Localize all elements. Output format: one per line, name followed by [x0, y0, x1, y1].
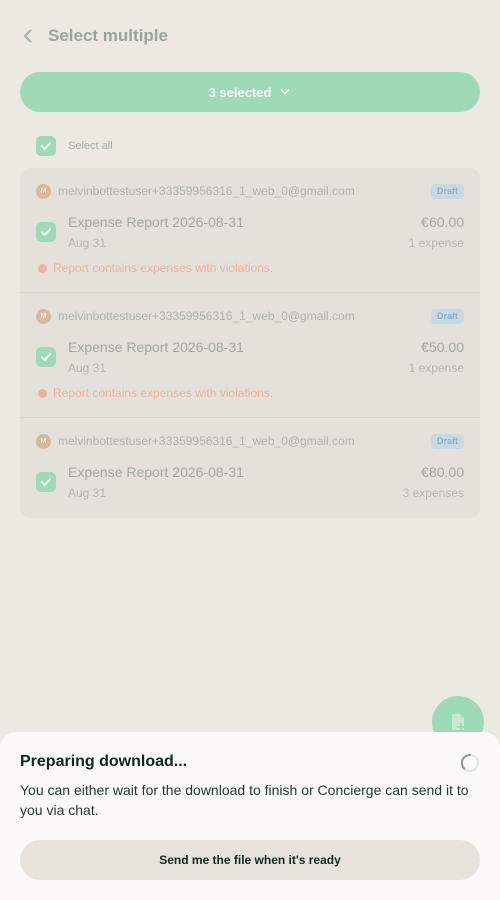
avatar: M	[36, 184, 51, 199]
check-icon	[41, 478, 51, 486]
report-date: Aug 31	[68, 361, 107, 375]
report-row[interactable]: M melvinbottestuser+33359956316_1_web_0@…	[20, 292, 480, 417]
send-file-label: Send me the file when it's ready	[159, 853, 341, 867]
page-title: Select multiple	[48, 26, 168, 45]
sheet-title: Preparing download...	[20, 753, 188, 770]
selected-count-label: 3 selected	[208, 84, 272, 100]
back-button[interactable]	[18, 26, 38, 46]
violation-dot-icon	[38, 263, 47, 273]
report-list: M melvinbottestuser+33359956316_1_web_0@…	[20, 168, 480, 518]
violation-text: Report contains expenses with violations…	[53, 261, 274, 275]
submitter-email: melvinbottestuser+33359956316_1_web_0@gm…	[58, 434, 355, 448]
select-all-label: Select all	[68, 140, 113, 152]
report-title: Expense Report 2026-08-31	[68, 464, 244, 480]
violation-text: Report contains expenses with violations…	[53, 386, 274, 400]
violation-dot-icon	[38, 388, 47, 398]
check-icon	[41, 142, 51, 150]
avatar: M	[36, 309, 51, 324]
selected-count-button[interactable]: 3 selected	[20, 72, 480, 112]
expense-count: 3 expenses	[402, 486, 464, 500]
report-row[interactable]: M melvinbottestuser+33359956316_1_web_0@…	[20, 417, 480, 518]
report-checkbox[interactable]	[36, 222, 56, 242]
report-date: Aug 31	[68, 486, 107, 500]
header: Select multiple	[0, 0, 500, 72]
expense-count: 1 expense	[408, 236, 464, 250]
report-checkbox[interactable]	[36, 347, 56, 367]
download-sheet: Preparing download... You can either wai…	[0, 732, 500, 900]
sheet-description: You can either wait for the download to …	[20, 782, 469, 818]
status-badge: Draft	[430, 184, 464, 199]
report-amount: €80.00	[421, 464, 464, 480]
report-amount: €50.00	[421, 339, 464, 355]
screen: Select multiple 3 selected Select all M …	[0, 0, 500, 900]
select-all-checkbox[interactable]	[36, 136, 56, 156]
loading-spinner-icon	[460, 753, 479, 772]
report-date: Aug 31	[68, 236, 107, 250]
chevron-left-icon	[23, 29, 32, 43]
report-row[interactable]: M melvinbottestuser+33359956316_1_web_0@…	[20, 168, 480, 292]
submitter-email: melvinbottestuser+33359956316_1_web_0@gm…	[58, 309, 355, 323]
report-amount: €60.00	[421, 214, 464, 230]
status-badge: Draft	[430, 434, 464, 449]
submitter-email: melvinbottestuser+33359956316_1_web_0@gm…	[58, 184, 355, 198]
violation-notice: Report contains expenses with violations…	[38, 386, 273, 400]
report-title: Expense Report 2026-08-31	[68, 339, 244, 355]
report-title: Expense Report 2026-08-31	[68, 214, 244, 230]
check-icon	[41, 228, 51, 236]
check-icon	[41, 353, 51, 361]
expense-count: 1 expense	[408, 361, 464, 375]
send-file-button[interactable]: Send me the file when it's ready	[20, 840, 480, 880]
chevron-down-icon	[281, 89, 290, 95]
status-badge: Draft	[430, 309, 464, 324]
select-all-row[interactable]: Select all	[36, 136, 113, 156]
violation-notice: Report contains expenses with violations…	[38, 261, 273, 275]
new-report-icon	[452, 714, 465, 731]
report-checkbox[interactable]	[36, 472, 56, 492]
avatar: M	[36, 434, 51, 449]
